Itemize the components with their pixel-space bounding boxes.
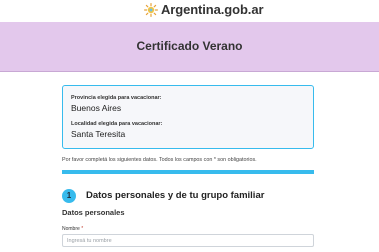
step-title: Datos personales y de tu grupo familiar [86, 190, 265, 201]
name-field-label: Nombre * [62, 226, 83, 232]
province-label: Provincia elegida para vacacionar: [71, 95, 162, 101]
name-label-text: Nombre [62, 226, 80, 232]
site-logo[interactable]: Argentina.gob.ar [144, 2, 264, 17]
page-title: Certificado Verano [136, 39, 243, 53]
section-title: Datos personales [62, 208, 125, 217]
province-value: Buenos Aires [71, 103, 122, 113]
required-fields-note: Por favor completá los siguientes datos.… [62, 157, 257, 163]
selection-summary-card: Provincia elegida para vacacionar: Bueno… [62, 85, 314, 149]
locality-label: Localidad elegida para vacacionar: [71, 121, 163, 127]
page-banner: Certificado Verano [0, 22, 379, 72]
required-mark: * [81, 226, 84, 232]
logo-text: Argentina.gob.ar [161, 2, 264, 17]
sun-icon [144, 2, 158, 17]
locality-value: Santa Teresita [71, 129, 126, 139]
top-bar: Argentina.gob.ar [0, 0, 379, 22]
step-number-badge: 1 [62, 189, 76, 203]
progress-bar [62, 170, 314, 174]
name-input[interactable] [62, 234, 314, 247]
